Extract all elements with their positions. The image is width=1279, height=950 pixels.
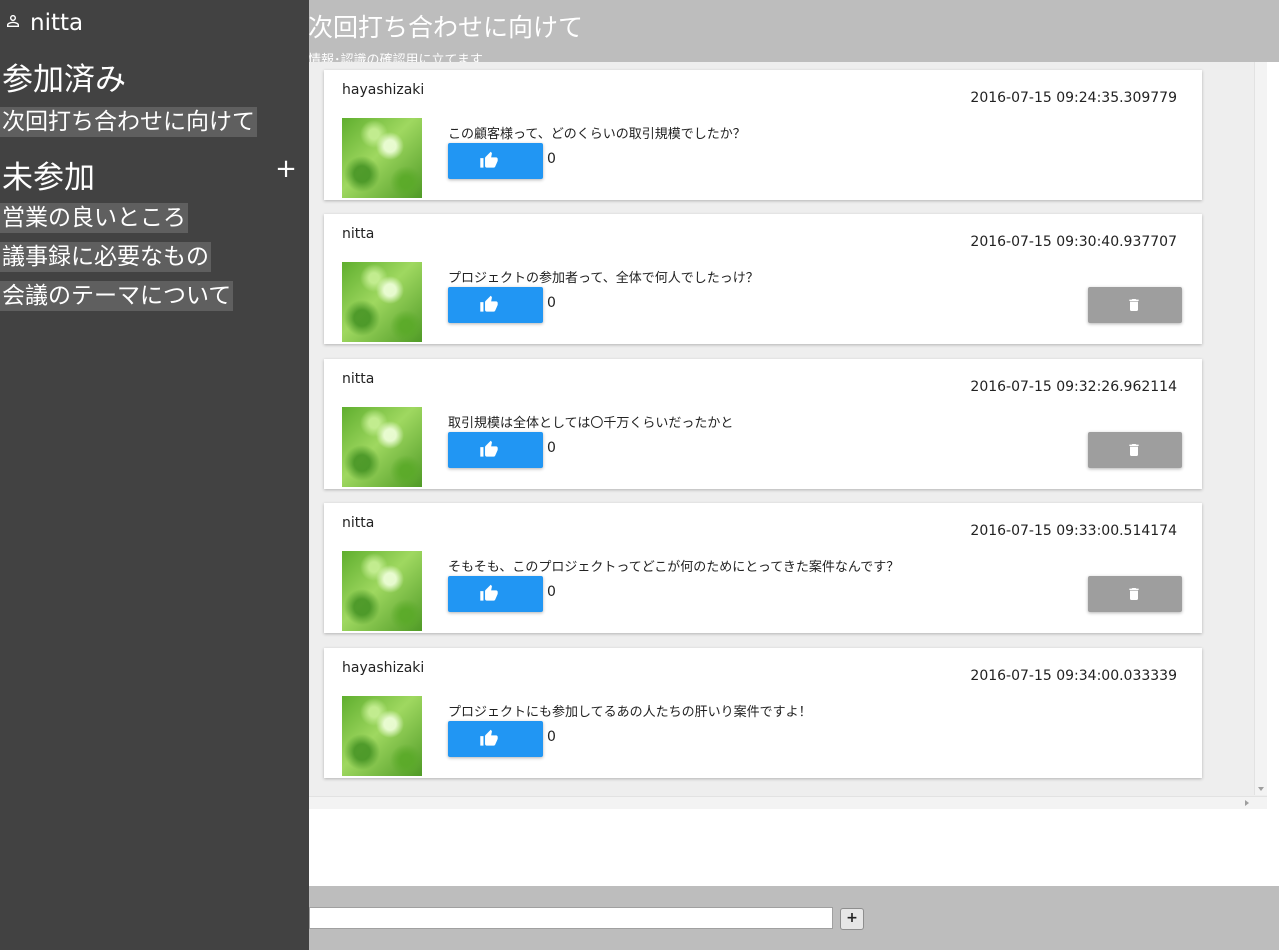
message-author: hayashizaki [342,660,425,676]
joined-rooms-heading: 参加済み [2,62,126,98]
like-count: 0 [547,295,556,311]
thumbs-up-icon [480,295,498,312]
trash-icon [1129,588,1139,600]
author-avatar [342,696,422,776]
unjoined-room-item[interactable]: 議事録に必要なもの [0,242,211,272]
message-author: nitta [342,226,375,242]
like-button[interactable] [448,576,543,612]
message-text: プロジェクトの参加者って、全体で何人でしたっけ？ [448,271,759,286]
like-count: 0 [547,584,556,600]
message-author: nitta [342,371,375,387]
room-title: 次回打ち合わせに向けて [308,13,584,42]
author-avatar [342,262,422,342]
vertical-scrollbar[interactable] [1254,62,1267,795]
scroll-down-arrow-icon[interactable] [1258,787,1264,791]
author-avatar [342,551,422,631]
message-timestamp: 2016-07-15 09:32:26.962114 [970,379,1177,395]
like-button[interactable] [448,143,543,179]
message-author: nitta [342,515,375,531]
horizontal-scrollbar[interactable] [309,796,1267,809]
like-button[interactable] [448,432,543,468]
send-button[interactable]: + [840,908,864,930]
message-card: nitta 2016-07-15 09:32:26.962114 取引規模は全体… [324,359,1202,489]
message-list[interactable]: hayashizaki 2016-07-15 09:24:35.309779 こ… [309,62,1267,809]
message-card: hayashizaki 2016-07-15 09:34:00.033339 プ… [324,648,1202,778]
message-author: hayashizaki [342,82,425,98]
message-text: この顧客様って、どのくらいの取引規模でしたか？ [448,127,746,142]
message-text: プロジェクトにも参加してるあの人たちの肝いり案件ですよ！ [448,705,812,720]
author-avatar [342,118,422,198]
unjoined-rooms-heading: 未参加 [2,160,95,196]
delete-button[interactable] [1088,432,1182,468]
author-avatar [342,407,422,487]
unjoined-room-item[interactable]: 会議のテーマについて [0,281,234,311]
add-room-button[interactable]: + [274,154,298,184]
message-timestamp: 2016-07-15 09:33:00.514174 [970,523,1177,539]
message-card: hayashizaki 2016-07-15 09:24:35.309779 こ… [324,70,1202,200]
thumbs-up-icon [480,440,498,457]
trash-icon [1129,299,1139,311]
message-text: 取引規模は全体としては〇千万くらいだったかと [448,416,734,431]
scroll-right-arrow-icon[interactable] [1245,800,1249,806]
user-name: nitta [30,10,84,36]
message-timestamp: 2016-07-15 09:24:35.309779 [970,90,1177,106]
unjoined-room-item[interactable]: 営業の良いところ [0,203,188,233]
like-count: 0 [547,151,556,167]
like-button[interactable] [448,721,543,757]
person-icon [7,15,19,27]
thumbs-up-icon [480,584,498,601]
sidebar: nitta 参加済み 次回打ち合わせに向けて 未参加 + 営業の良いところ 議事… [0,0,309,950]
message-card: nitta 2016-07-15 09:30:40.937707 プロジェクトの… [324,214,1202,344]
message-timestamp: 2016-07-15 09:30:40.937707 [970,234,1177,250]
thumbs-up-icon [480,729,498,746]
message-timestamp: 2016-07-15 09:34:00.033339 [970,668,1177,684]
trash-icon [1129,444,1139,456]
joined-room-item[interactable]: 次回打ち合わせに向けて [0,107,257,137]
message-text: そもそも、このプロジェクトってどこが何のためにとってきた案件なんです？ [448,560,900,575]
delete-button[interactable] [1088,576,1182,612]
message-card: nitta 2016-07-15 09:33:00.514174 そもそも、この… [324,503,1202,633]
like-button[interactable] [448,287,543,323]
like-count: 0 [547,440,556,456]
like-count: 0 [547,729,556,745]
delete-button[interactable] [1088,287,1182,323]
thumbs-up-icon [480,151,498,168]
message-input[interactable] [309,907,833,929]
